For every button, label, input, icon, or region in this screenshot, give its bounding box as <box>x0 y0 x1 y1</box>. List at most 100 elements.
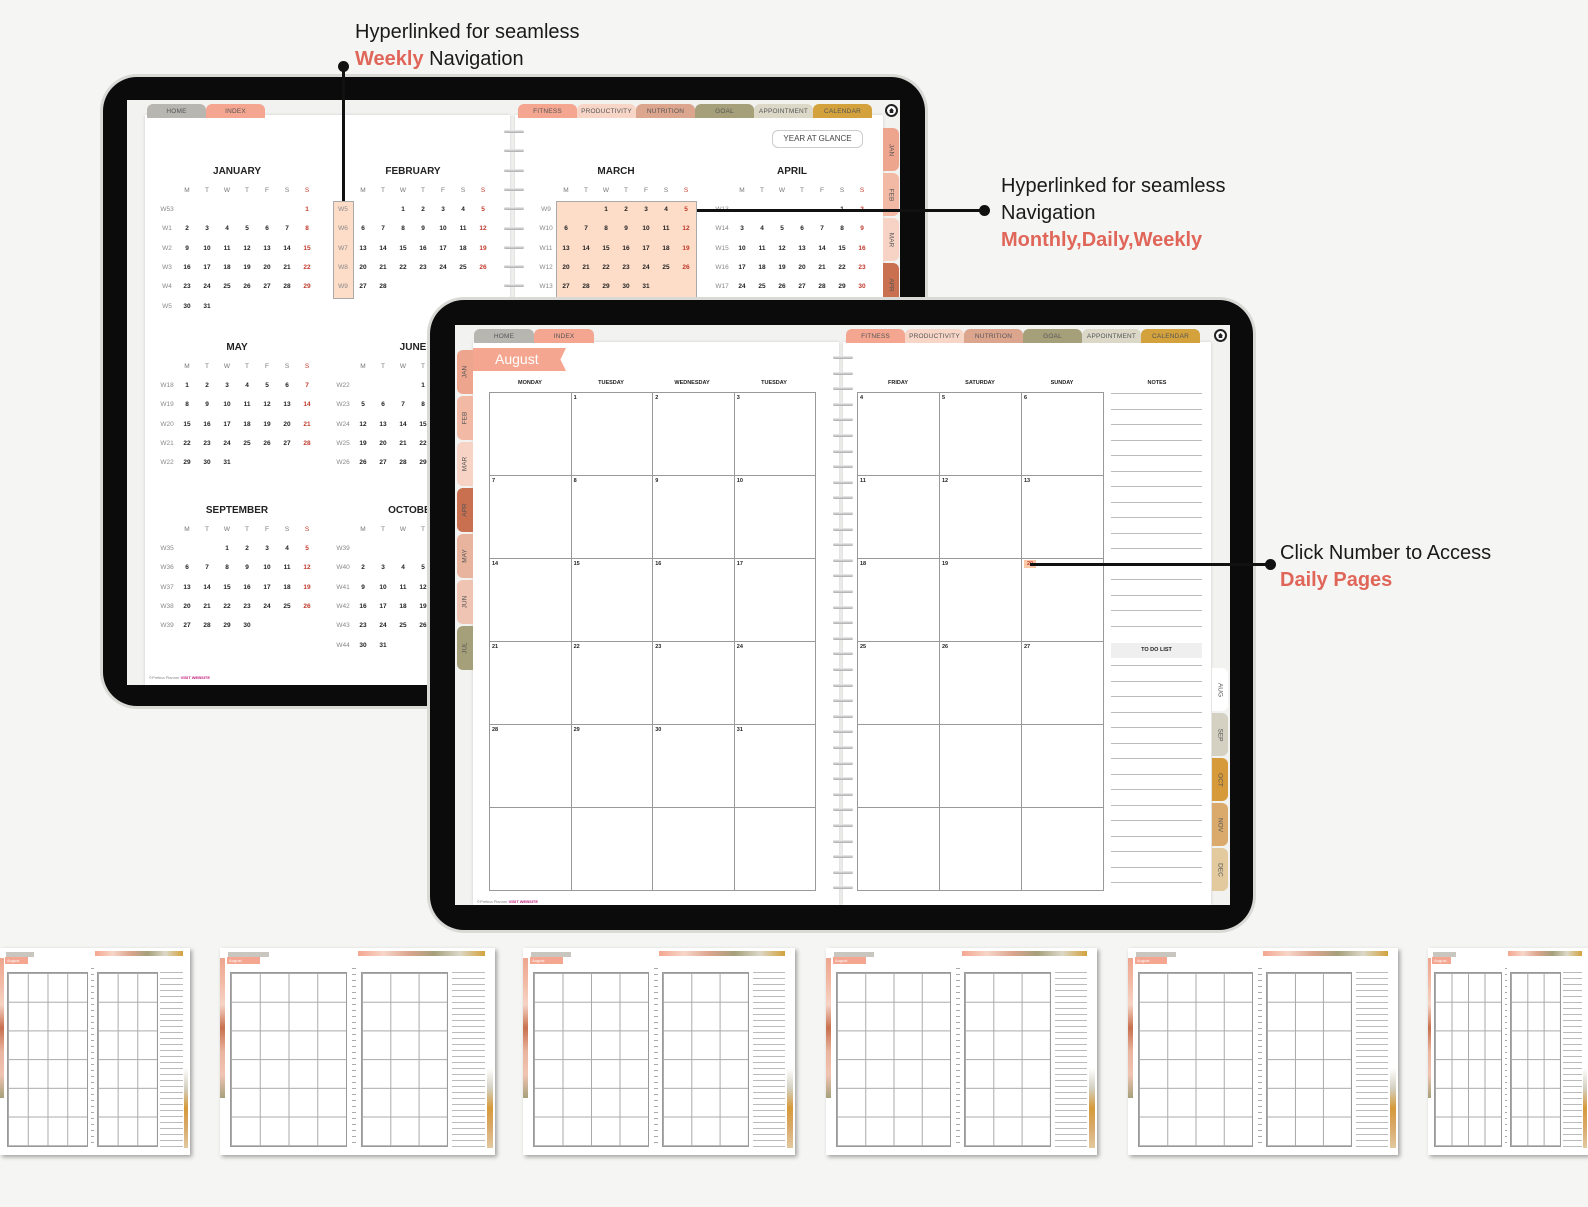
day-link[interactable]: 20 <box>558 264 574 271</box>
day-link[interactable]: 2 <box>618 206 634 213</box>
day-link[interactable]: 3 <box>638 206 654 213</box>
week-number-link[interactable]: W14 <box>714 225 730 232</box>
month-tab-dec[interactable]: DEC <box>1212 848 1228 891</box>
day-link[interactable]: 13 <box>355 245 371 252</box>
day-cell[interactable] <box>652 807 735 891</box>
day-cell[interactable]: 5 <box>939 392 1022 476</box>
day-link[interactable]: 27 <box>794 283 810 290</box>
day-link[interactable]: 7 <box>299 382 315 389</box>
day-link[interactable]: 13 <box>558 245 574 252</box>
month-tab-jun[interactable]: JUN <box>457 580 473 624</box>
day-link[interactable]: 6 <box>794 225 810 232</box>
day-link[interactable]: 1 <box>415 382 431 389</box>
week-number-link[interactable]: W13 <box>538 283 554 290</box>
day-link[interactable]: 26 <box>678 264 694 271</box>
notes-line[interactable] <box>1111 393 1202 394</box>
day-cell[interactable]: 12 <box>939 475 1022 559</box>
day-link[interactable]: 10 <box>375 584 391 591</box>
day-link[interactable]: 10 <box>734 245 750 252</box>
week-number-link[interactable]: W35 <box>159 545 175 552</box>
day-link[interactable]: 8 <box>598 225 614 232</box>
day-link[interactable]: 14 <box>395 421 411 428</box>
day-link[interactable]: 19 <box>239 264 255 271</box>
day-link[interactable]: 18 <box>239 421 255 428</box>
day-link[interactable]: 24 <box>638 264 654 271</box>
day-link[interactable]: 21 <box>279 264 295 271</box>
day-cell[interactable]: 1 <box>570 392 654 476</box>
page-thumbnail[interactable]: August <box>220 948 495 1155</box>
day-link[interactable]: 1 <box>598 206 614 213</box>
todo-line[interactable] <box>1111 680 1202 682</box>
day-link[interactable]: 2 <box>415 206 431 213</box>
month-title[interactable]: MARCH <box>597 166 634 177</box>
day-link[interactable]: 15 <box>834 245 850 252</box>
day-link[interactable]: 13 <box>279 401 295 408</box>
day-cell[interactable]: 16 <box>652 558 735 642</box>
day-link[interactable]: 3 <box>734 225 750 232</box>
page-thumbnail[interactable]: August <box>1128 948 1398 1155</box>
day-link[interactable]: 25 <box>658 264 674 271</box>
day-link[interactable]: 16 <box>415 245 431 252</box>
day-link[interactable]: 25 <box>455 264 471 271</box>
day-link[interactable]: 30 <box>618 283 634 290</box>
day-link[interactable]: 29 <box>219 622 235 629</box>
week-number-link[interactable]: W5 <box>159 303 175 310</box>
day-link[interactable]: 7 <box>395 401 411 408</box>
day-link[interactable]: 13 <box>794 245 810 252</box>
notes-line[interactable] <box>1111 408 1202 410</box>
notes-line[interactable] <box>1111 424 1202 425</box>
day-number[interactable]: 6 <box>1024 395 1027 401</box>
day-link[interactable]: 24 <box>734 283 750 290</box>
notes-line[interactable] <box>1111 548 1202 549</box>
day-link[interactable]: 22 <box>415 440 431 447</box>
day-link[interactable]: 26 <box>475 264 491 271</box>
day-number[interactable]: 11 <box>860 478 866 484</box>
day-link[interactable]: 5 <box>355 401 371 408</box>
month-tab-feb[interactable]: FEB <box>457 396 473 440</box>
day-link[interactable]: 26 <box>239 283 255 290</box>
day-number[interactable]: 18 <box>860 561 866 567</box>
notes-line[interactable] <box>1111 517 1202 518</box>
day-link[interactable]: 1 <box>395 206 411 213</box>
month-title[interactable]: APRIL <box>777 166 807 177</box>
week-number-link[interactable]: W44 <box>335 642 351 649</box>
day-cell[interactable]: 22 <box>570 641 654 725</box>
day-link[interactable]: 19 <box>678 245 694 252</box>
day-number[interactable]: 5 <box>942 395 945 401</box>
day-number[interactable]: 26 <box>942 644 948 650</box>
day-number[interactable]: 13 <box>1024 478 1030 484</box>
week-number-link[interactable]: W12 <box>538 264 554 271</box>
week-number-link[interactable]: W2 <box>159 245 175 252</box>
day-link[interactable]: 7 <box>375 225 391 232</box>
day-link[interactable]: 17 <box>375 603 391 610</box>
day-link[interactable]: 7 <box>279 225 295 232</box>
day-link[interactable]: 2 <box>179 225 195 232</box>
week-number-link[interactable]: W38 <box>159 603 175 610</box>
day-link[interactable]: 29 <box>179 459 195 466</box>
day-link[interactable]: 19 <box>355 440 371 447</box>
tab-productivity[interactable]: PRODUCTIVITY <box>905 329 964 343</box>
day-link[interactable]: 9 <box>199 401 215 408</box>
notes-line[interactable] <box>1111 579 1202 580</box>
day-link[interactable]: 4 <box>395 564 411 571</box>
day-link[interactable]: 31 <box>638 283 654 290</box>
day-link[interactable]: 8 <box>395 225 411 232</box>
day-link[interactable]: 28 <box>375 283 391 290</box>
month-tab-mar[interactable]: MAR <box>883 218 899 261</box>
notes-line[interactable] <box>1111 486 1202 487</box>
day-link[interactable]: 23 <box>618 264 634 271</box>
day-link[interactable]: 25 <box>754 283 770 290</box>
week-number-link[interactable]: W21 <box>159 440 175 447</box>
day-link[interactable]: 14 <box>814 245 830 252</box>
day-link[interactable]: 16 <box>618 245 634 252</box>
week-number-link[interactable]: W42 <box>335 603 351 610</box>
day-link[interactable]: 28 <box>395 459 411 466</box>
week-number-link[interactable]: W36 <box>159 564 175 571</box>
day-link[interactable]: 11 <box>658 225 674 232</box>
day-cell[interactable] <box>1021 807 1104 891</box>
week-number-link[interactable]: W1 <box>159 225 175 232</box>
tab-calendar[interactable]: CALENDAR <box>813 104 872 118</box>
day-link[interactable]: 29 <box>598 283 614 290</box>
day-cell[interactable] <box>857 724 940 808</box>
week-number-link[interactable]: W22 <box>335 382 351 389</box>
